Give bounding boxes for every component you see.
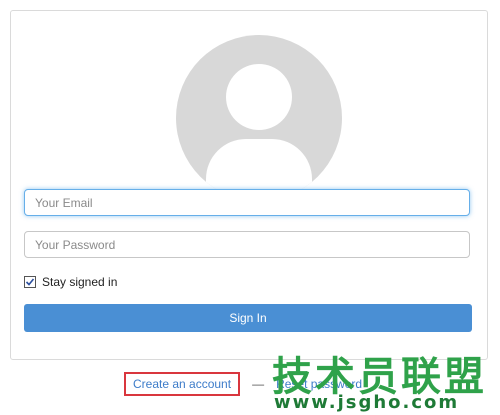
watermark-logo: 技术员联盟 www.jsgho.com xyxy=(268,344,500,415)
password-input[interactable] xyxy=(24,231,470,258)
avatar-head xyxy=(226,64,292,130)
link-separator: — xyxy=(252,377,265,391)
stay-signed-in-checkbox[interactable] xyxy=(24,276,36,288)
email-input[interactable] xyxy=(24,189,470,216)
sign-in-button[interactable]: Sign In xyxy=(24,304,472,332)
watermark-url-text: www.jsgho.com xyxy=(274,392,460,413)
stay-signed-in[interactable]: Stay signed in xyxy=(24,275,117,289)
stay-signed-in-label: Stay signed in xyxy=(42,275,118,289)
checkmark-icon xyxy=(25,278,35,286)
create-account-link[interactable]: Create an account xyxy=(124,372,241,396)
avatar-placeholder-icon xyxy=(176,35,342,201)
